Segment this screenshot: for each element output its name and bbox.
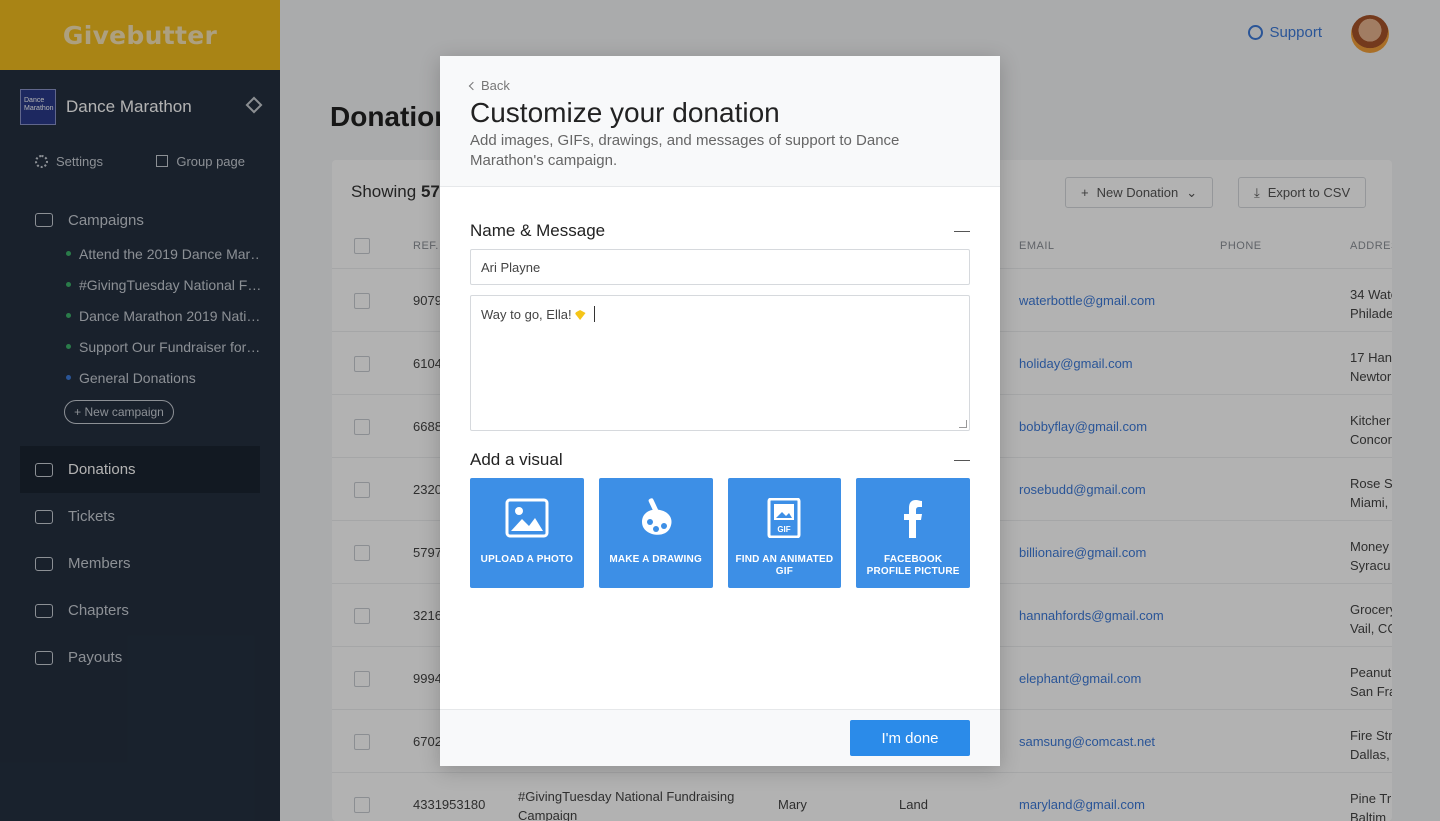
upload-photo-button[interactable]: UPLOAD A PHOTO xyxy=(470,478,584,588)
make-drawing-label: MAKE A DRAWING xyxy=(609,554,702,565)
find-gif-label: FIND AN ANIMATED GIF xyxy=(735,554,834,577)
message-field[interactable]: Way to go, Ella! xyxy=(470,295,970,431)
visual-options: UPLOAD A PHOTO MAKE A DRAWING GIF FIND A… xyxy=(470,478,970,588)
modal-header: Back Customize your donation Add images,… xyxy=(440,56,1000,187)
message-text: Way to go, Ella! xyxy=(481,307,572,322)
name-message-section: Name & Message xyxy=(470,221,970,241)
facebook-icon xyxy=(904,500,923,538)
collapse-visual-icon[interactable] xyxy=(954,460,970,461)
name-field[interactable] xyxy=(470,249,970,285)
find-gif-button[interactable]: GIF FIND AN ANIMATED GIF xyxy=(727,478,842,588)
facebook-picture-button[interactable]: FACEBOOK PROFILE PICTURE xyxy=(856,478,970,588)
yellow-heart-emoji xyxy=(574,310,586,320)
modal-footer: I'm done xyxy=(440,709,1000,766)
facebook-picture-label: FACEBOOK PROFILE PICTURE xyxy=(866,554,960,577)
image-icon xyxy=(505,498,549,538)
resize-handle[interactable] xyxy=(959,420,967,428)
gif-icon: GIF xyxy=(767,498,801,538)
modal-title: Customize your donation xyxy=(470,97,780,128)
visual-section: Add a visual xyxy=(470,450,970,470)
name-message-heading: Name & Message xyxy=(470,221,606,240)
svg-text:GIF: GIF xyxy=(778,525,791,534)
done-button[interactable]: I'm done xyxy=(850,720,970,756)
visual-heading: Add a visual xyxy=(470,450,563,469)
upload-photo-label: UPLOAD A PHOTO xyxy=(480,554,574,565)
back-button[interactable]: Back xyxy=(468,78,970,93)
collapse-name-message-icon[interactable] xyxy=(954,231,970,232)
text-cursor xyxy=(593,306,595,322)
back-label: Back xyxy=(481,78,510,93)
palette-icon xyxy=(641,498,672,535)
chevron-left-icon xyxy=(468,81,478,90)
make-drawing-button[interactable]: MAKE A DRAWING xyxy=(598,478,713,588)
customize-donation-modal: Back Customize your donation Add images,… xyxy=(440,56,1000,766)
modal-subtitle: Add images, GIFs, drawings, and messages… xyxy=(470,132,900,169)
